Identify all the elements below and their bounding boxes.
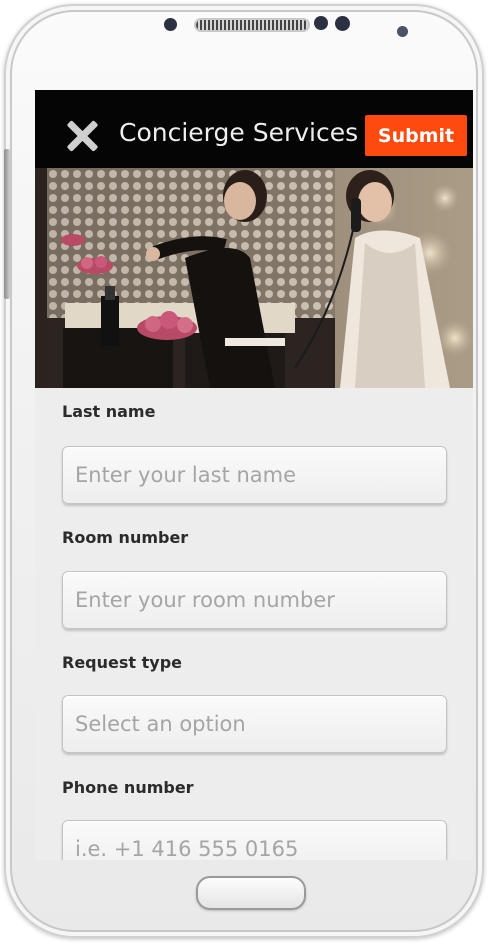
side-volume-key [4, 149, 10, 299]
last-name-input[interactable] [62, 446, 447, 504]
home-button[interactable] [196, 876, 306, 910]
last-name-label: Last name [62, 402, 156, 421]
app-bar: Concierge Services Submit [35, 90, 473, 168]
request-type-placeholder: Select an option [75, 712, 246, 736]
app-title: Concierge Services [119, 118, 359, 147]
front-sensor-icon [164, 18, 177, 31]
hotel-lobby-photo [35, 168, 473, 388]
earpiece-speaker [196, 20, 308, 30]
room-number-input[interactable] [62, 571, 447, 629]
room-number-label: Room number [62, 528, 189, 547]
request-type-select[interactable]: Select an option [62, 695, 447, 753]
notification-led-icon [397, 26, 408, 37]
front-camera-icon [335, 16, 350, 31]
proximity-sensor-icon [314, 16, 328, 30]
request-type-label: Request type [62, 653, 182, 672]
phone-number-label: Phone number [62, 778, 194, 797]
submit-button[interactable]: Submit [365, 115, 467, 156]
hero-image [35, 168, 473, 388]
phone-number-input[interactable] [62, 820, 447, 860]
phone-screen: Concierge Services Submit Last name Ente… [35, 90, 473, 860]
close-icon[interactable] [67, 120, 99, 152]
phone-frame: Concierge Services Submit Last name Ente… [4, 4, 484, 938]
